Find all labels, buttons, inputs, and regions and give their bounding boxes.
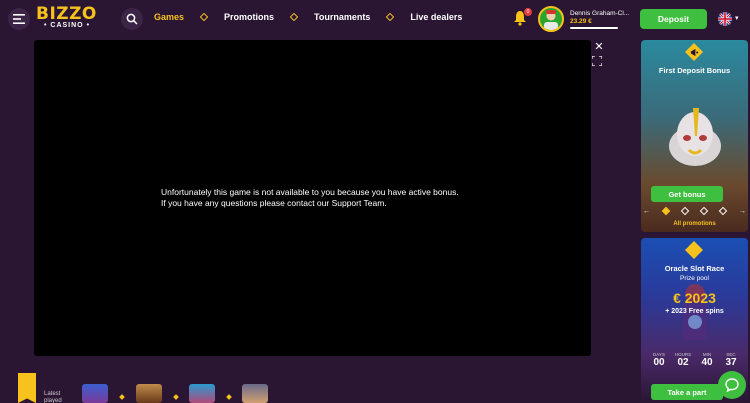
carousel-dot[interactable] (680, 206, 690, 216)
latest-played-icon (18, 373, 36, 403)
countdown-value: 40 (701, 357, 713, 368)
nav-separator-icon (193, 12, 215, 22)
race-free-spins: + 2023 Free spins (665, 308, 724, 315)
get-bonus-button[interactable]: Get bonus (651, 186, 723, 202)
all-promotions-link[interactable]: All promotions (641, 221, 748, 227)
support-chat-button[interactable] (718, 371, 746, 399)
avatar[interactable] (538, 6, 564, 32)
promo-card-first-deposit[interactable]: First Deposit Bonus Get bonus ← → All pr… (641, 40, 748, 232)
fullscreen-icon[interactable] (591, 53, 603, 67)
balance-progress-bar (570, 27, 618, 29)
race-prize-amount: € 2023 (673, 290, 716, 306)
game-message-line2: If you have any questions please contact… (161, 198, 387, 208)
user-name[interactable]: Dennis Graham-Cl... (570, 10, 629, 17)
deposit-button[interactable]: Deposit (640, 9, 707, 29)
megaphone-icon (685, 43, 703, 61)
latest-played-label: Latest played (44, 391, 62, 403)
promo-carousel-controls: ← → (643, 206, 746, 216)
countdown-value: 00 (653, 357, 665, 368)
game-unavailable-message: Unfortunately this game is not available… (161, 187, 459, 209)
thumbnail-separator-icon (119, 394, 125, 400)
carousel-dot[interactable] (718, 206, 728, 216)
take-a-part-button[interactable]: Take a part (651, 384, 723, 400)
uk-flag-icon[interactable] (718, 12, 732, 26)
countdown-hours: HOURS 02 (673, 352, 693, 368)
carousel-dot[interactable] (661, 206, 671, 216)
menu-button[interactable] (8, 8, 30, 30)
logo-text: BIZZO (36, 4, 97, 24)
recent-game-thumbnail[interactable] (189, 384, 215, 403)
header: BIZZO • CASINO • Games Promotions Tourna… (0, 0, 750, 38)
user-balance: 23.29 € (570, 18, 592, 25)
recent-game-thumbnail[interactable] (82, 384, 108, 403)
latest-label-line2: played (44, 398, 62, 403)
recent-game-thumbnail[interactable] (136, 384, 162, 403)
race-title: Oracle Slot Race (664, 264, 725, 273)
arrow-right-icon[interactable]: → (739, 208, 746, 215)
main-nav: Games Promotions Tournaments Live dealer… (154, 12, 462, 22)
carousel-dot[interactable] (699, 206, 709, 216)
recent-game-thumbnail[interactable] (242, 384, 268, 403)
thumbnail-separator-icon (173, 394, 179, 400)
nav-tournaments[interactable]: Tournaments (314, 12, 370, 22)
user-avatar-icon (544, 10, 558, 30)
arrow-left-icon[interactable]: ← (643, 208, 650, 215)
race-subtitle: Prize pool (680, 275, 709, 282)
chevron-down-icon[interactable]: ▾ (735, 14, 739, 22)
search-icon (126, 13, 138, 25)
nav-separator-icon (379, 12, 401, 22)
logo-subtext: • CASINO • (44, 22, 91, 29)
notification-badge: 0 (524, 8, 532, 16)
search-button[interactable] (121, 8, 143, 30)
countdown-value: 37 (725, 357, 737, 368)
countdown-seconds: SEC 37 (721, 352, 741, 368)
notifications-button[interactable]: 0 (513, 8, 532, 28)
countdown-minutes: MIN 40 (697, 352, 717, 368)
race-countdown: DAYS 00 HOURS 02 MIN 40 SEC 37 (649, 352, 741, 368)
thumbnail-separator-icon (226, 394, 232, 400)
nav-live-dealers[interactable]: Live dealers (410, 12, 462, 22)
nav-promotions[interactable]: Promotions (224, 12, 274, 22)
promo-title: First Deposit Bonus (658, 66, 731, 75)
game-message-line1: Unfortunately this game is not available… (161, 187, 459, 197)
game-frame: Unfortunately this game is not available… (34, 40, 591, 356)
countdown-days: DAYS 00 (649, 352, 669, 368)
nav-games[interactable]: Games (154, 12, 184, 22)
close-icon[interactable]: ✕ (593, 41, 605, 53)
latest-label-line1: Latest (44, 391, 61, 397)
hamburger-icon (13, 14, 25, 24)
nav-separator-icon (283, 12, 305, 22)
chat-icon (725, 378, 739, 392)
logo[interactable]: BIZZO • CASINO • (36, 4, 96, 34)
countdown-value: 02 (677, 357, 689, 368)
race-flag-icon (685, 241, 703, 259)
rhino-illustration-icon (669, 108, 721, 166)
